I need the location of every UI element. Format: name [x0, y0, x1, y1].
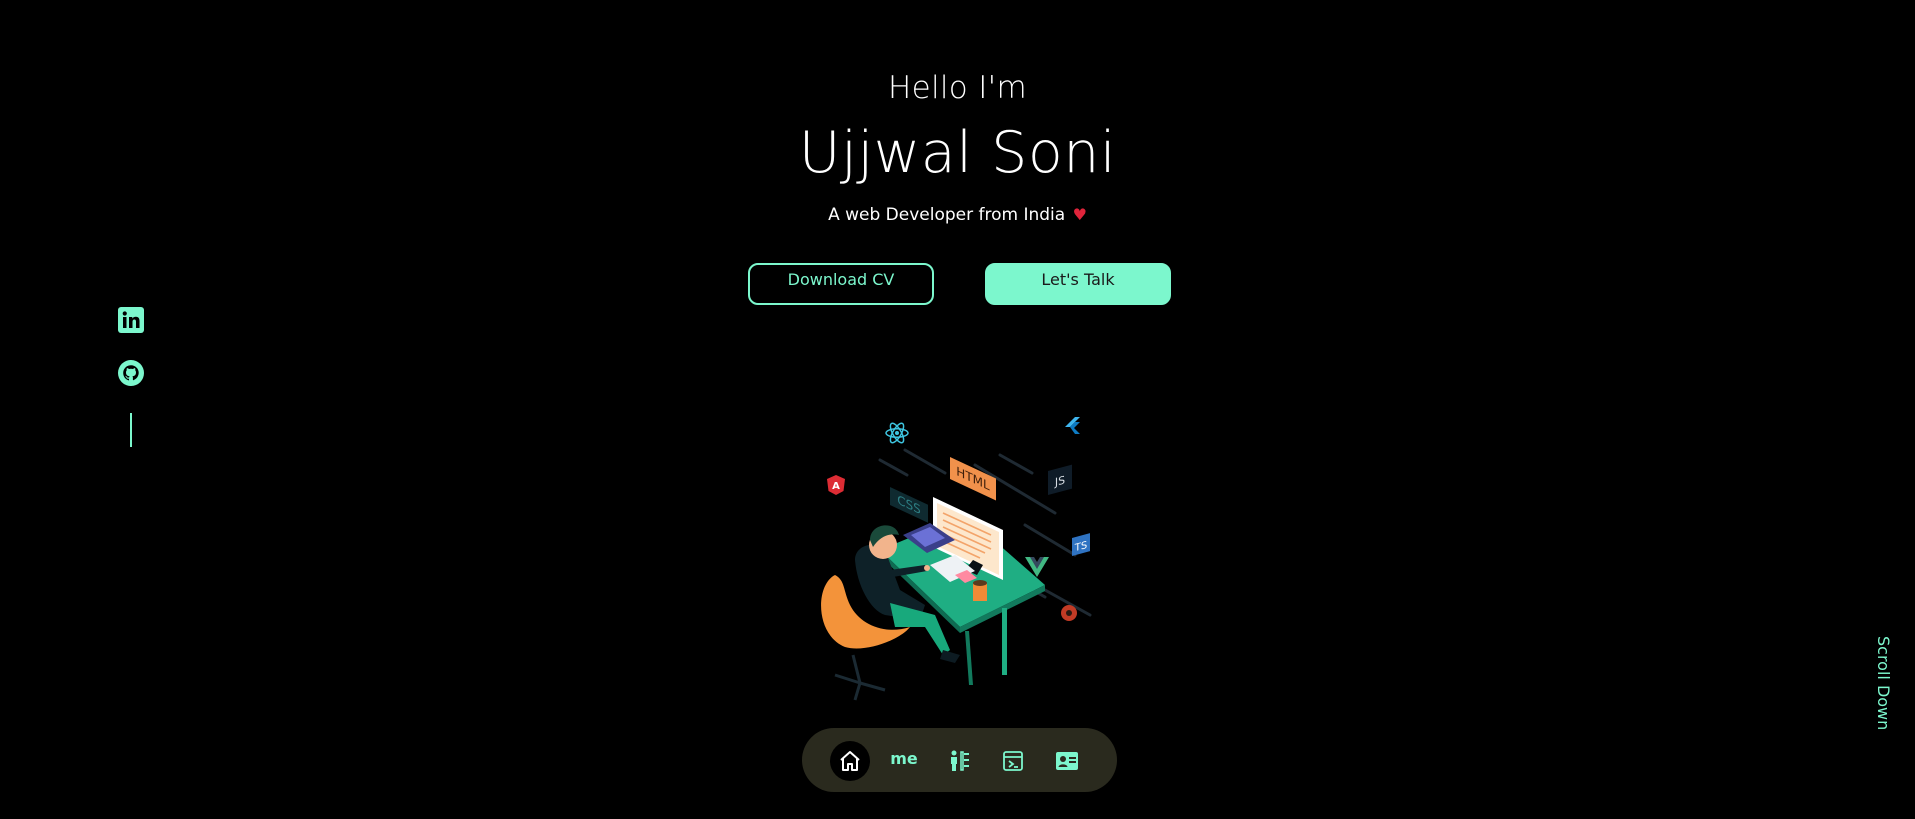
- social-links: [118, 307, 144, 447]
- experience-icon: [951, 750, 969, 771]
- lets-talk-button[interactable]: Let's Talk: [985, 263, 1171, 305]
- nav-projects[interactable]: [993, 741, 1033, 781]
- svg-text:A: A: [832, 481, 840, 492]
- github-icon[interactable]: [118, 360, 144, 386]
- tool-icon: [1061, 605, 1077, 621]
- nav-about-label: me: [890, 749, 918, 768]
- scroll-down-link[interactable]: Scroll Down: [1874, 636, 1893, 730]
- bottom-nav: me: [802, 728, 1117, 792]
- tagline-text: A web Developer from India: [828, 205, 1066, 225]
- social-divider-line: [130, 413, 132, 447]
- hero-name: Ujjwal Soni: [798, 120, 1117, 186]
- projects-icon: [1003, 751, 1023, 771]
- heart-icon: ♥: [1072, 205, 1087, 224]
- angular-icon: A: [827, 475, 845, 495]
- cta-row: Download CV Let's Talk: [0, 263, 1915, 305]
- nav-experience[interactable]: [939, 741, 979, 781]
- linkedin-icon[interactable]: [118, 307, 144, 333]
- developer-illustration: A CSS HTML JS TS: [821, 417, 1092, 701]
- hero-tagline: A web Developer from India ♥: [0, 205, 1915, 225]
- nav-contact[interactable]: [1047, 741, 1087, 781]
- nav-about[interactable]: me: [884, 741, 924, 781]
- download-cv-button[interactable]: Download CV: [748, 263, 934, 305]
- react-icon: [885, 422, 909, 444]
- nav-home[interactable]: [830, 741, 870, 781]
- contact-card-icon: [1056, 752, 1078, 770]
- flutter-icon: [1065, 417, 1080, 434]
- home-icon: [840, 751, 860, 771]
- hero-greeting: Hello I'm: [888, 70, 1027, 106]
- page: Hello I'm Ujjwal Soni A web Developer fr…: [0, 0, 1915, 819]
